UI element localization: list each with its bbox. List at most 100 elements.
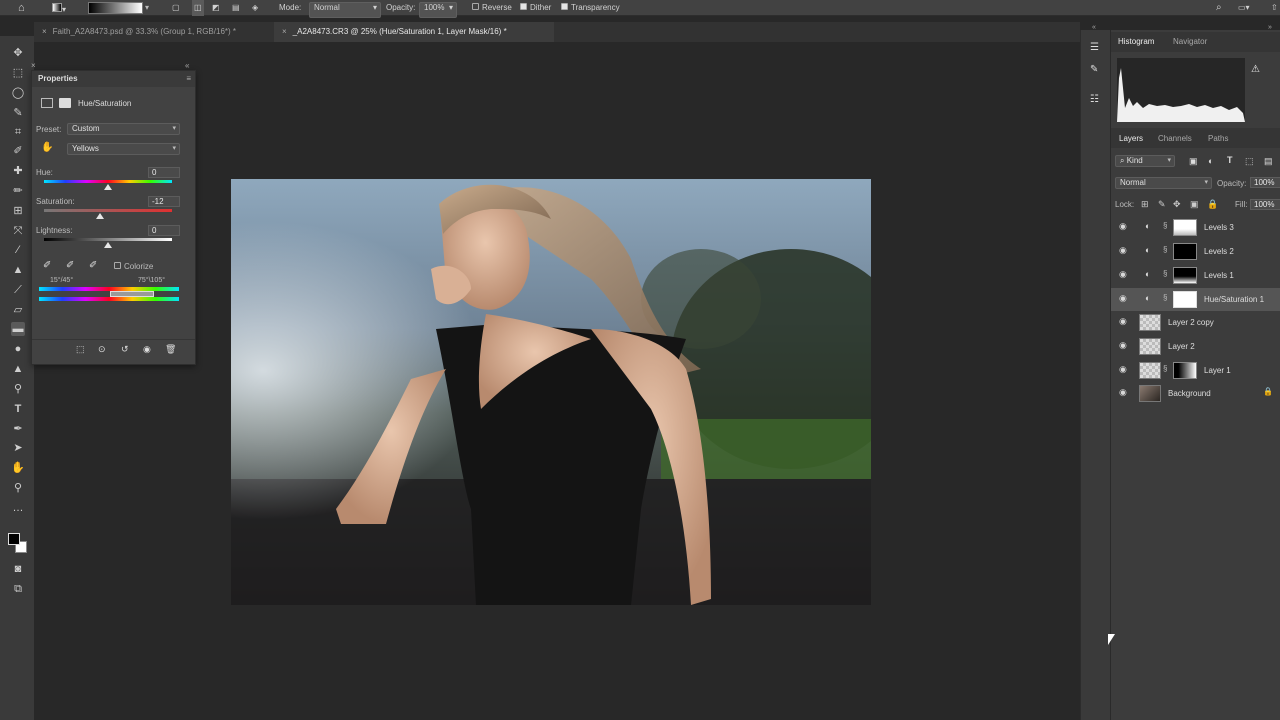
adjustment-filter-icon[interactable]: ◐ <box>1208 156 1213 166</box>
saturation-slider-track[interactable] <box>44 209 172 212</box>
spot-tool-icon[interactable]: ⟋ <box>11 283 25 297</box>
lock-all-icon[interactable]: 🔒 <box>1207 199 1218 210</box>
visibility-icon[interactable]: ◉ <box>143 344 151 355</box>
layer-row-levels-2[interactable]: ◉ ◐ § Levels 2 <box>1111 240 1280 263</box>
fill-input[interactable]: 100% <box>1250 199 1280 210</box>
tab-paths[interactable]: Paths <box>1208 134 1228 143</box>
clone-stamp-tool-icon[interactable]: ⊞ <box>11 204 25 218</box>
mask-icon[interactable] <box>59 98 71 108</box>
clip-to-layer-icon[interactable]: ⬚ <box>76 344 85 355</box>
eyedropper-tool-icon[interactable]: ✐ <box>11 144 25 158</box>
eye-icon[interactable]: ◉ <box>1119 364 1127 375</box>
layer-row-layer-2-copy[interactable]: ◉ Layer 2 copy <box>1111 311 1280 334</box>
tab-document-2[interactable]: × _A2A8473.CR3 @ 25% (Hue/Saturation 1, L… <box>274 22 554 42</box>
blur-tool-icon[interactable]: ● <box>11 342 25 356</box>
layer-row-hue-saturation-1[interactable]: ◉ ◐ § Hue/Saturation 1 <box>1111 288 1280 311</box>
preset-dropdown[interactable]: Custom ▾ <box>67 123 180 135</box>
layer-thumbnail[interactable] <box>1139 385 1161 402</box>
hue-slider-track[interactable] <box>44 180 172 183</box>
targeted-adjustment-hand-icon[interactable]: ✋ <box>41 142 53 153</box>
lock-pixels-icon[interactable]: ✎ <box>1158 199 1166 210</box>
sharpen-tool-icon[interactable]: ▲ <box>11 362 25 376</box>
transparency-checkbox[interactable]: Transparency <box>561 0 620 16</box>
type-tool-icon[interactable]: T <box>11 402 25 416</box>
trash-icon[interactable]: 🗑 <box>165 344 176 355</box>
home-icon[interactable]: ⌂ <box>18 0 25 16</box>
lightness-input[interactable]: 0 <box>148 225 180 236</box>
layer-row-levels-3[interactable]: ◉ ◐ § Levels 3 <box>1111 216 1280 239</box>
shape-filter-icon[interactable]: ⬚ <box>1245 156 1254 167</box>
workspace-icon[interactable]: ▭▾ <box>1238 0 1250 16</box>
layer-row-layer-1[interactable]: ◉ § Layer 1 <box>1111 359 1280 382</box>
tab-document-1[interactable]: × Faith_A2A8473.psd @ 33.3% (Group 1, RGB… <box>34 22 274 42</box>
tab-histogram[interactable]: Histogram <box>1118 37 1154 46</box>
dither-checkbox[interactable]: Dither <box>520 0 551 16</box>
share-icon[interactable]: ⇧ <box>1271 0 1278 16</box>
healing-brush-tool-icon[interactable]: ✚ <box>11 164 25 178</box>
reflected-gradient-icon[interactable]: ▤ <box>232 0 240 16</box>
pixel-filter-icon[interactable]: ▣ <box>1189 156 1198 167</box>
warning-icon[interactable]: ⚠ <box>1251 64 1260 75</box>
layer-row-layer-2[interactable]: ◉ Layer 2 <box>1111 335 1280 358</box>
quick-selection-tool-icon[interactable]: ✎ <box>11 106 25 120</box>
collapse-icon[interactable]: » <box>1268 24 1272 31</box>
eye-icon[interactable]: ◉ <box>1119 387 1127 398</box>
blend-mode-dropdown[interactable]: Normal ▾ <box>1115 177 1212 189</box>
layer-mask-thumbnail[interactable] <box>1173 243 1197 260</box>
layer-thumbnail[interactable] <box>1139 362 1161 379</box>
opacity-field[interactable]: 100% ▾ <box>419 2 457 18</box>
eye-icon[interactable]: ◉ <box>1119 293 1127 304</box>
smart-object-filter-icon[interactable]: ▤ <box>1264 156 1273 167</box>
layer-mask-thumbnail[interactable] <box>1173 291 1197 308</box>
collapse-icon[interactable]: « <box>1092 24 1096 31</box>
color-range-selector[interactable] <box>110 291 154 297</box>
tab-navigator[interactable]: Navigator <box>1173 37 1207 46</box>
tool-preset-icon[interactable]: ▾ <box>52 0 66 16</box>
layer-row-levels-1[interactable]: ◉ ◐ § Levels 1 <box>1111 264 1280 287</box>
diamond-gradient-icon[interactable]: ◈ <box>252 0 258 16</box>
saturation-input[interactable]: -12 <box>148 196 180 207</box>
collapse-icon[interactable]: « <box>185 61 189 70</box>
view-previous-icon[interactable]: ⊙ <box>98 344 106 355</box>
eye-icon[interactable]: ◉ <box>1119 316 1127 327</box>
document-image[interactable] <box>231 179 871 605</box>
marquee-tool-icon[interactable]: ⬚ <box>11 66 25 80</box>
more-tools-icon[interactable]: … <box>11 501 25 515</box>
foreground-color-swatch[interactable] <box>8 533 20 545</box>
hand-tool-icon[interactable]: ✋ <box>11 461 25 475</box>
properties-panel-icon[interactable]: ☷ <box>1090 94 1099 105</box>
close-icon[interactable]: × <box>282 22 287 42</box>
reverse-checkbox[interactable]: Reverse <box>472 0 512 16</box>
tab-channels[interactable]: Channels <box>1158 134 1192 143</box>
quick-mask-icon[interactable]: ◙ <box>11 562 25 576</box>
eyedropper-icon[interactable]: ✐ <box>43 260 51 271</box>
panel-menu-icon[interactable]: ≡ <box>186 71 191 87</box>
type-filter-icon[interactable]: T <box>1227 155 1233 165</box>
pen-tool-icon[interactable]: ✒ <box>11 422 25 436</box>
colorize-checkbox[interactable]: Colorize <box>114 262 153 271</box>
hue-input[interactable]: 0 <box>148 167 180 178</box>
layer-thumbnail[interactable] <box>1139 314 1161 331</box>
crop-tool-icon[interactable]: ⌗ <box>11 125 25 139</box>
adjustment-icon[interactable] <box>41 98 53 108</box>
channel-dropdown[interactable]: Yellows ▾ <box>67 143 180 155</box>
gradient-tool-icon[interactable]: ▬ <box>11 322 25 336</box>
lock-position-icon[interactable]: ✥ <box>1173 199 1181 210</box>
eraser-icon[interactable]: ▱ <box>11 303 25 317</box>
eyedropper-plus-icon[interactable]: ✐ <box>66 260 74 271</box>
close-icon[interactable]: × <box>42 22 47 42</box>
close-icon[interactable]: × <box>31 61 36 70</box>
zoom-tool-icon[interactable]: ⚲ <box>11 481 25 495</box>
screen-mode-icon[interactable]: ⧉ <box>11 582 25 596</box>
eye-icon[interactable]: ◉ <box>1119 221 1127 232</box>
eraser-tool-icon[interactable]: ⁄ <box>11 243 25 257</box>
lock-transparency-icon[interactable]: ⊞ <box>1141 199 1149 210</box>
tab-layers[interactable]: Layers <box>1119 134 1143 143</box>
hue-slider-thumb[interactable] <box>104 184 112 190</box>
chevron-down-icon[interactable]: ▾ <box>145 0 149 16</box>
eye-icon[interactable]: ◉ <box>1119 269 1127 280</box>
brush-tool-icon[interactable]: ✏ <box>11 184 25 198</box>
eye-icon[interactable]: ◉ <box>1119 245 1127 256</box>
dodge-tool-icon[interactable]: ⚲ <box>11 382 25 396</box>
search-icon[interactable]: ⌕ <box>1216 0 1222 16</box>
